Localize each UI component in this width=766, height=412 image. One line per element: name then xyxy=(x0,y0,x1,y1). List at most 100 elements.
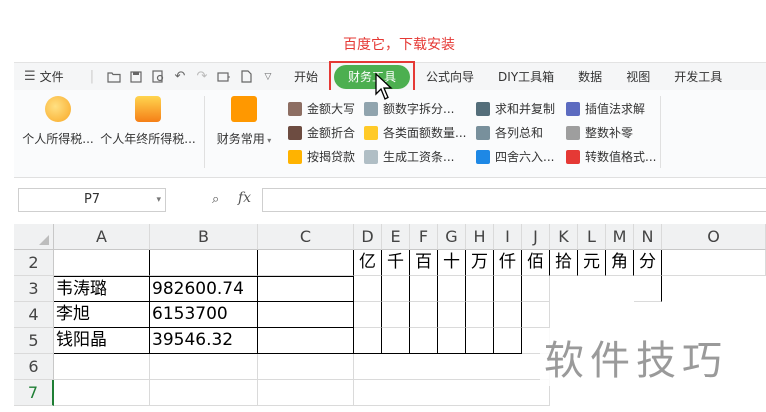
select-all-corner[interactable] xyxy=(14,224,54,250)
tab-finance-tools[interactable]: 财务工具 xyxy=(329,60,416,93)
cell-unit-jiao[interactable]: 角 xyxy=(606,250,634,276)
cell-i5[interactable] xyxy=(494,328,522,354)
column-header-n[interactable]: N xyxy=(634,224,662,250)
cell-unit-qian[interactable]: 千 xyxy=(382,250,410,276)
column-header-m[interactable]: M xyxy=(606,224,634,250)
row-header-5[interactable]: 5 xyxy=(14,328,54,354)
cell-f4[interactable] xyxy=(410,302,438,328)
row-header-6[interactable]: 6 xyxy=(14,354,54,380)
cell-g3[interactable] xyxy=(438,276,466,302)
cell-b7[interactable] xyxy=(150,380,258,406)
cell-i4[interactable] xyxy=(494,302,522,328)
cell-c7[interactable] xyxy=(258,380,354,406)
cell-b2[interactable] xyxy=(150,250,258,276)
cell-a5[interactable]: 钱阳晶 xyxy=(54,328,150,354)
sum-copy-button[interactable]: 求和并复制 xyxy=(476,100,555,117)
cell-unit-shi[interactable]: 十 xyxy=(438,250,466,276)
to-number-format-button[interactable]: 转数值格式... xyxy=(566,148,656,165)
payslip-generate-button[interactable]: 生成工资条... xyxy=(364,148,454,165)
tab-home[interactable]: 开始 xyxy=(282,65,330,89)
cell-c2[interactable] xyxy=(258,250,354,276)
cell-a3[interactable]: 韦涛璐 xyxy=(54,276,150,302)
undo-icon[interactable]: ↶ xyxy=(172,69,188,85)
cell-b4[interactable]: 6153700 xyxy=(150,302,258,328)
cell-d6-j6[interactable] xyxy=(354,354,550,380)
cell-unit-yuan[interactable]: 元 xyxy=(578,250,606,276)
cell-a7[interactable] xyxy=(54,380,150,406)
cell-c3[interactable] xyxy=(258,276,354,302)
cell-a6[interactable] xyxy=(54,354,150,380)
cell-unit-shi2[interactable]: 拾 xyxy=(550,250,578,276)
digit-split-button[interactable]: 额数字拆分... xyxy=(364,100,454,117)
column-header-d[interactable]: D xyxy=(354,224,382,250)
column-header-b[interactable]: B xyxy=(150,224,258,250)
row-header-3[interactable]: 3 xyxy=(14,276,54,302)
zoom-search-icon[interactable]: ⌕ xyxy=(212,192,219,207)
cell-o2[interactable] xyxy=(662,250,766,276)
cell-e4[interactable] xyxy=(382,302,410,328)
cell-c5[interactable] xyxy=(258,328,354,354)
cell-h3[interactable] xyxy=(466,276,494,302)
denomination-count-button[interactable]: 各类面额数量... xyxy=(364,124,466,141)
cell-j3[interactable] xyxy=(522,276,550,302)
tab-data[interactable]: 数据 xyxy=(566,65,614,89)
cell-c4[interactable] xyxy=(258,302,354,328)
quick-access-dropdown-icon[interactable]: ▽ xyxy=(260,69,276,85)
tab-developer[interactable]: 开发工具 xyxy=(662,65,734,89)
column-header-g[interactable]: G xyxy=(438,224,466,250)
annual-bonus-tax-button[interactable]: 个人年终所得税... xyxy=(100,96,196,147)
name-box[interactable]: P7 ▾ xyxy=(18,188,166,212)
open-folder-icon[interactable] xyxy=(106,69,122,85)
file-menu-button[interactable]: ☰ 文件 xyxy=(14,68,84,85)
cell-e3[interactable] xyxy=(382,276,410,302)
cell-g4[interactable] xyxy=(438,302,466,328)
cell-h5[interactable] xyxy=(466,328,494,354)
redo-icon[interactable]: ↷ xyxy=(194,69,210,85)
cell-h4[interactable] xyxy=(466,302,494,328)
cell-d5[interactable] xyxy=(354,328,382,354)
column-totals-button[interactable]: 各列总和 xyxy=(476,124,543,141)
formula-input[interactable] xyxy=(262,188,766,212)
column-header-l[interactable]: L xyxy=(578,224,606,250)
column-header-j[interactable]: J xyxy=(522,224,550,250)
column-header-h[interactable]: H xyxy=(466,224,494,250)
column-header-i[interactable]: I xyxy=(494,224,522,250)
tab-formula-wizard[interactable]: 公式向导 xyxy=(414,65,486,89)
cell-b3[interactable]: 982600.74 xyxy=(150,276,258,302)
cell-c6[interactable] xyxy=(258,354,354,380)
tab-diy-toolbox[interactable]: DIY工具箱 xyxy=(486,65,566,89)
column-header-k[interactable]: K xyxy=(550,224,578,250)
cell-b5[interactable]: 39546.32 xyxy=(150,328,258,354)
cell-unit-bai[interactable]: 百 xyxy=(410,250,438,276)
row-header-7[interactable]: 7 xyxy=(14,380,54,406)
column-header-e[interactable]: E xyxy=(382,224,410,250)
mortgage-loan-button[interactable]: 按揭贷款 xyxy=(288,148,355,165)
round-half-even-button[interactable]: 四舍六入... xyxy=(476,148,554,165)
cell-d3[interactable] xyxy=(354,276,382,302)
row-header-2[interactable]: 2 xyxy=(14,250,54,276)
column-header-a[interactable]: A xyxy=(54,224,150,250)
zero-pad-button[interactable]: 整数补零 xyxy=(566,124,633,141)
new-doc-icon[interactable] xyxy=(238,69,254,85)
cell-i3[interactable] xyxy=(494,276,522,302)
cell-f5[interactable] xyxy=(410,328,438,354)
name-box-dropdown-icon[interactable]: ▾ xyxy=(156,189,161,211)
fx-icon[interactable]: fx xyxy=(238,190,251,206)
interpolation-button[interactable]: 插值法求解 xyxy=(566,100,645,117)
tab-view[interactable]: 视图 xyxy=(614,65,662,89)
cell-n3[interactable] xyxy=(634,276,662,302)
cell-d7-j7[interactable] xyxy=(354,380,550,406)
print-preview-icon[interactable] xyxy=(150,69,166,85)
cell-g5[interactable] xyxy=(438,328,466,354)
amount-uppercase-button[interactable]: 金额大写 xyxy=(288,100,355,117)
finance-common-button[interactable]: 财务常用 ▾ xyxy=(214,96,274,147)
personal-income-tax-button[interactable]: 个人所得税... xyxy=(20,96,96,147)
cell-e5[interactable] xyxy=(382,328,410,354)
cell-j4[interactable] xyxy=(522,302,550,328)
column-header-c[interactable]: C xyxy=(258,224,354,250)
format-painter-icon[interactable] xyxy=(216,69,232,85)
save-icon[interactable] xyxy=(128,69,144,85)
cell-unit-qian2[interactable]: 仟 xyxy=(494,250,522,276)
cell-unit-yi[interactable]: 亿 xyxy=(354,250,382,276)
column-header-f[interactable]: F xyxy=(410,224,438,250)
